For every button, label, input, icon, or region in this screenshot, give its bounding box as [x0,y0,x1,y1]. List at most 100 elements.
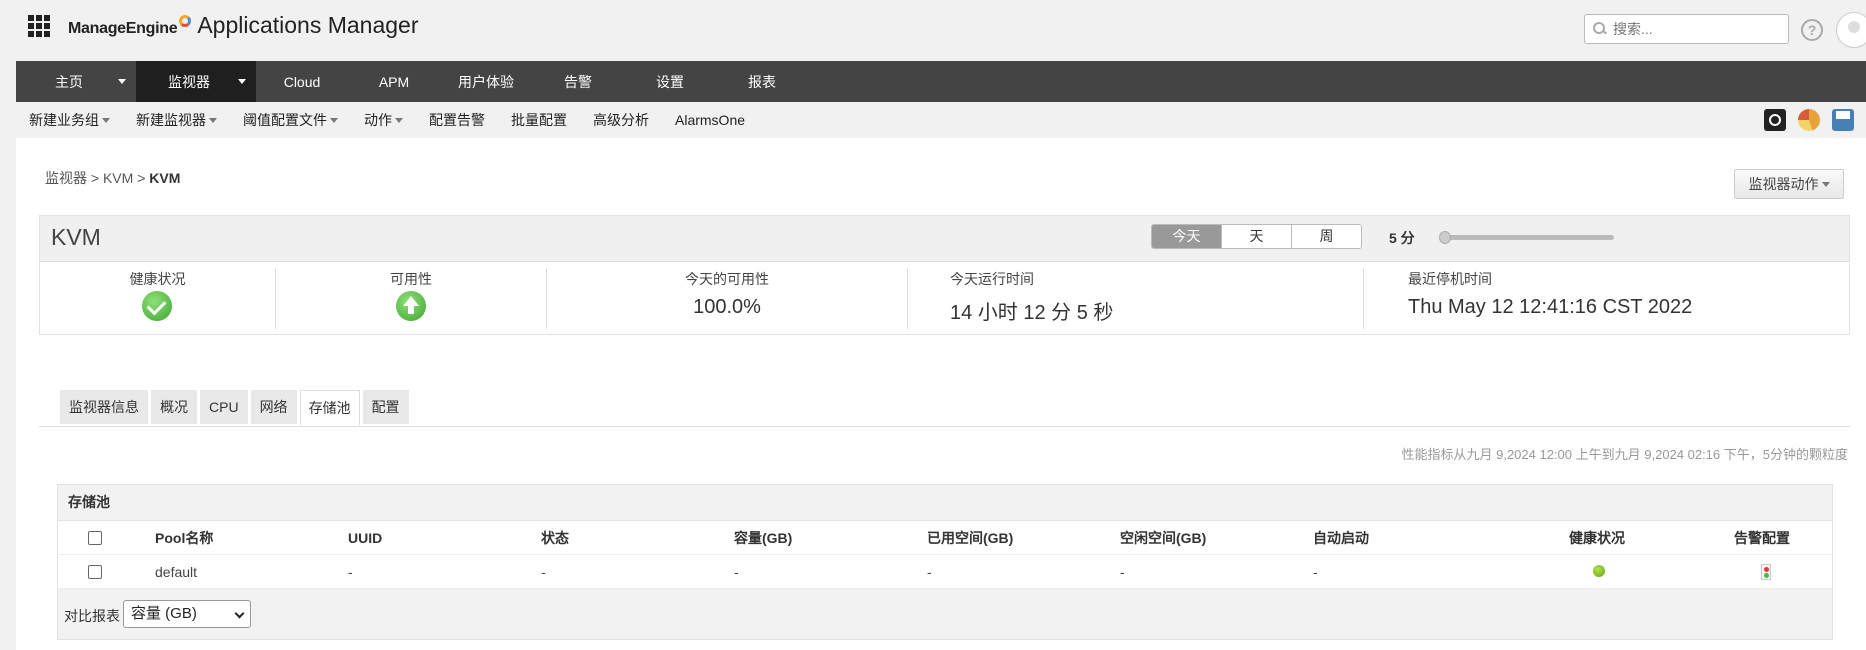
stat-uptime-label: 今天运行时间 [950,271,1034,287]
product-logo[interactable]: ManageEngine Applications Manager [68,12,419,39]
select-all-checkbox[interactable] [88,531,102,545]
alarm-config-icon[interactable] [1761,564,1771,580]
nav-item-label: 告警 [564,73,592,90]
tab-network[interactable]: 网络 [250,390,297,424]
subnav-label: 新建业务组 [29,112,99,128]
cell-pool-name[interactable]: default [155,555,197,589]
subnav-label: 配置告警 [429,112,485,128]
nav-item-cloud[interactable]: Cloud [256,61,348,102]
subnav-new-business-group[interactable]: 新建业务组 [29,110,110,130]
cell-free-space: - [1120,564,1125,580]
printer-icon[interactable] [1832,109,1854,131]
cell-capacity: - [734,564,739,580]
subnav-label: 新建监视器 [136,112,206,128]
poll-interval-slider[interactable] [1439,231,1614,244]
stat-health: 健康状况 [40,262,275,336]
nav-item-reports[interactable]: 报表 [716,61,808,102]
subnav-label: 阈值配置文件 [243,112,327,128]
col-free-space[interactable]: 空闲空间(GB) [1120,521,1206,555]
chevron-down-icon[interactable] [238,79,246,84]
stat-uptime: 今天运行时间 14 小时 12 分 5 秒 [908,262,1363,336]
subnav-bulk-config[interactable]: 批量配置 [511,110,567,130]
monitor-title: KVM [51,224,101,250]
nav-item-alarms[interactable]: 告警 [532,61,624,102]
stat-health-label: 健康状况 [129,271,186,287]
compare-selected-value: 容量 (GB) [131,605,197,622]
availability-up-icon[interactable] [396,291,426,321]
tab-monitor-info[interactable]: 监视器信息 [60,390,148,424]
app-grid-icon[interactable] [28,15,50,37]
row-checkbox[interactable] [88,565,102,579]
col-used-space[interactable]: 已用空间(GB) [927,521,1013,555]
subnav-label: 动作 [364,112,392,128]
cell-status: - [541,564,546,580]
col-autostart[interactable]: 自动启动 [1313,521,1369,555]
col-health: 健康状况 [1569,530,1625,546]
period-today-button[interactable]: 今天 [1152,225,1222,248]
subnav-new-monitor[interactable]: 新建监视器 [136,110,217,130]
nav-item-monitors[interactable]: 监视器 [136,61,256,102]
subnav-threshold-profiles[interactable]: 阈值配置文件 [243,110,338,130]
sub-nav: 新建业务组 新建监视器 阈值配置文件 动作 配置告警 批量配置 高级分析 Ala… [16,102,1866,138]
poll-interval-label: 5 分 [1389,230,1415,246]
chevron-down-icon[interactable] [118,79,126,84]
nav-item-label: 主页 [55,73,83,90]
nav-item-label: 设置 [656,73,684,90]
subnav-alarmsone[interactable]: AlarmsOne [675,112,745,128]
period-week-button[interactable]: 周 [1292,225,1361,248]
subnav-actions[interactable]: 动作 [364,110,403,130]
monitor-header: KVM 今天 天 周 5 分 [39,215,1850,261]
stat-availability-label: 可用性 [390,271,432,287]
col-pool-name[interactable]: Pool名称 [155,521,213,555]
nav-item-label: 监视器 [168,73,210,90]
subnav-advanced-analytics[interactable]: 高级分析 [593,110,649,130]
col-capacity[interactable]: 容量(GB) [734,521,792,555]
health-status-icon[interactable] [1593,565,1605,577]
nav-item-settings[interactable]: 设置 [624,61,716,102]
col-status[interactable]: 状态 [541,521,569,555]
subnav-configure-alarms[interactable]: 配置告警 [429,110,485,130]
tab-cpu[interactable]: CPU [200,390,248,424]
top-header: ManageEngine Applications Manager ? [0,0,1866,60]
avatar[interactable] [1836,12,1866,48]
table-row: default - - - - - - [58,555,1832,589]
col-uuid[interactable]: UUID [348,521,382,555]
nav-item-apm[interactable]: APM [348,61,440,102]
compare-report-select[interactable]: 容量 (GB) [123,600,251,628]
period-day-button[interactable]: 天 [1222,225,1292,248]
tab-configuration[interactable]: 配置 [362,390,409,424]
stat-today-availability: 今天的可用性 100.0% [547,262,907,336]
breadcrumb-sep: > [137,170,146,186]
breadcrumb-monitors[interactable]: 监视器 [45,170,87,186]
slider-handle[interactable] [1439,231,1451,244]
camera-icon[interactable] [1764,109,1786,131]
performance-range-note: 性能指标从九月 9,2024 12:00 上午到九月 9,2024 02:16 … [1401,447,1849,462]
caret-down-icon [395,117,403,123]
search-box[interactable] [1584,14,1789,44]
nav-item-label: APM [378,73,410,90]
nav-item-home[interactable]: 主页 [16,61,136,102]
brand-name: ManageEngine [68,20,178,37]
tab-storage-pool[interactable]: 存储池 [299,390,360,426]
cell-autostart: - [1313,564,1318,580]
pie-chart-icon[interactable] [1798,109,1820,131]
brand-swirl-icon [179,15,192,27]
caret-down-icon [330,117,338,123]
help-icon[interactable]: ? [1801,19,1823,41]
nav-item-user-experience[interactable]: 用户体验 [440,61,532,102]
stat-today-availability-value[interactable]: 100.0% [547,296,907,319]
caret-down-icon [102,117,110,123]
detail-tabs: 监视器信息 概况 CPU 网络 存储池 配置 [60,390,409,426]
caret-down-icon [209,117,217,123]
tab-overview[interactable]: 概况 [151,390,197,424]
caret-down-icon [1821,181,1830,187]
monitor-actions-button[interactable]: 监视器动作 [1734,169,1844,199]
cell-used-space: - [927,564,932,580]
storage-pool-title: 存储池 [58,485,1832,521]
product-name: Applications Manager [197,12,419,38]
health-ok-icon[interactable] [142,291,172,321]
compare-report-row: 对比报表 容量 (GB) [58,589,1832,639]
search-input[interactable] [1613,21,1783,37]
breadcrumb-kvm-type[interactable]: KVM [103,170,133,186]
monitor-actions-label: 监视器动作 [1748,176,1819,192]
